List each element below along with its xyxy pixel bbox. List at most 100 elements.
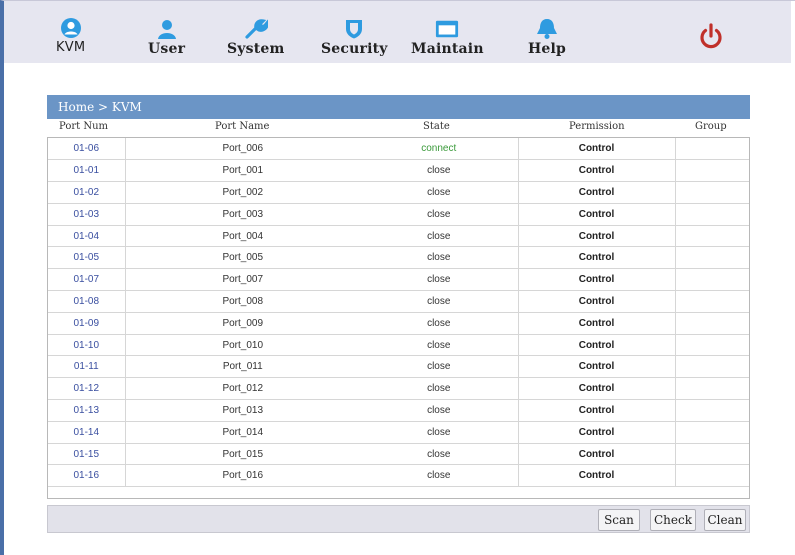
clean-button[interactable]: Clean: [704, 509, 746, 531]
group-cell: [675, 377, 749, 401]
state-cell: close: [360, 203, 519, 226]
port-num-cell[interactable]: 01-01: [48, 159, 126, 183]
permission-cell: Control: [518, 334, 676, 357]
nav-security[interactable]: Security: [321, 19, 388, 57]
port-name-cell: Port_011: [125, 355, 360, 379]
port-num-cell[interactable]: 01-11: [48, 355, 126, 379]
port-num-cell[interactable]: 01-06: [48, 138, 126, 161]
state-cell: close: [360, 443, 519, 466]
column-header-group: Group: [695, 121, 727, 132]
state-cell: close: [360, 181, 519, 204]
port-num-cell[interactable]: 01-12: [48, 377, 126, 401]
port-num-cell[interactable]: 01-05: [48, 246, 126, 270]
port-num-cell[interactable]: 01-16: [48, 464, 126, 488]
nav-maintain[interactable]: Maintain: [411, 19, 484, 57]
group-cell: [675, 203, 749, 226]
group-cell: [675, 312, 749, 335]
table-row[interactable]: 01-10 Port_010 close Control: [48, 334, 749, 357]
permission-cell: Control: [518, 464, 676, 488]
nav-system[interactable]: System: [227, 19, 285, 57]
port-num-cell[interactable]: 01-10: [48, 334, 126, 357]
table-row[interactable]: 01-01 Port_001 close Control: [48, 159, 749, 183]
state-cell: close: [360, 290, 519, 313]
port-name-cell: Port_005: [125, 246, 360, 270]
action-bar: Scan Check Clean: [47, 505, 750, 533]
permission-cell: Control: [518, 421, 676, 444]
table-row[interactable]: 01-07 Port_007 close Control: [48, 268, 749, 292]
nav-user[interactable]: User: [148, 19, 185, 57]
group-cell: [675, 421, 749, 444]
port-num-cell[interactable]: 01-02: [48, 181, 126, 204]
state-cell: close: [360, 268, 519, 292]
port-num-cell[interactable]: 01-14: [48, 421, 126, 444]
permission-cell: Control: [518, 290, 676, 313]
group-cell: [675, 399, 749, 422]
user-circle-icon: [59, 18, 83, 38]
scan-button[interactable]: Scan: [598, 509, 640, 531]
group-cell: [675, 334, 749, 357]
table-row[interactable]: 01-16 Port_016 close Control: [48, 464, 749, 488]
table-row[interactable]: 01-05 Port_005 close Control: [48, 246, 749, 270]
group-cell: [675, 464, 749, 488]
port-name-cell: Port_013: [125, 399, 360, 422]
group-cell: [675, 355, 749, 379]
group-cell: [675, 443, 749, 466]
power-button[interactable]: [698, 23, 724, 51]
column-header-port-name: Port Name: [215, 121, 270, 132]
state-cell: close: [360, 355, 519, 379]
permission-cell: Control: [518, 203, 676, 226]
group-cell: [675, 159, 749, 183]
port-name-cell: Port_016: [125, 464, 360, 488]
table-row[interactable]: 01-14 Port_014 close Control: [48, 421, 749, 444]
port-name-cell: Port_002: [125, 181, 360, 204]
group-cell: [675, 181, 749, 204]
nav-kvm[interactable]: KVM: [56, 18, 85, 55]
permission-cell: Control: [518, 225, 676, 248]
port-num-cell[interactable]: 01-03: [48, 203, 126, 226]
table-row[interactable]: 01-08 Port_008 close Control: [48, 290, 749, 313]
port-name-cell: Port_006: [125, 138, 360, 161]
nav-help[interactable]: Help: [528, 19, 566, 57]
nav-kvm-label: KVM: [56, 40, 86, 55]
nav-security-label: Security: [321, 41, 388, 57]
monitor-icon: [435, 19, 459, 39]
state-cell: close: [360, 399, 519, 422]
permission-cell: Control: [518, 355, 676, 379]
kvm-panel: Home > KVM Port Num Port Name State Perm…: [47, 95, 750, 499]
table-row[interactable]: 01-11 Port_011 close Control: [48, 355, 749, 379]
table-row[interactable]: 01-02 Port_002 close Control: [48, 181, 749, 204]
permission-cell: Control: [518, 268, 676, 292]
group-cell: [675, 290, 749, 313]
port-num-cell[interactable]: 01-15: [48, 443, 126, 466]
table-header: Port Num Port Name State Permission Grou…: [47, 119, 750, 137]
group-cell: [675, 268, 749, 292]
table-row[interactable]: 01-12 Port_012 close Control: [48, 377, 749, 401]
permission-cell: Control: [518, 181, 676, 204]
breadcrumb: Home > KVM: [47, 95, 750, 119]
table-row[interactable]: 01-15 Port_015 close Control: [48, 443, 749, 466]
port-num-cell[interactable]: 01-08: [48, 290, 126, 313]
port-table: 01-06 Port_006 connect Control 01-01 Port_001…: [47, 137, 750, 499]
table-row[interactable]: 01-13 Port_013 close Control: [48, 399, 749, 422]
table-row[interactable]: 01-09 Port_009 close Control: [48, 312, 749, 335]
table-row[interactable]: 01-04 Port_004 close Control: [48, 225, 749, 248]
check-button[interactable]: Check: [650, 509, 696, 531]
port-num-cell[interactable]: 01-09: [48, 312, 126, 335]
table-row[interactable]: 01-06 Port_006 connect Control: [48, 138, 749, 161]
column-header-permission: Permission: [569, 121, 625, 132]
power-icon: [698, 23, 724, 55]
wrench-icon: [244, 19, 268, 39]
state-cell: close: [360, 312, 519, 335]
nav-system-label: System: [227, 41, 285, 57]
port-name-cell: Port_014: [125, 421, 360, 444]
port-num-cell[interactable]: 01-07: [48, 268, 126, 292]
port-num-cell[interactable]: 01-04: [48, 225, 126, 248]
permission-cell: Control: [518, 312, 676, 335]
permission-cell: Control: [518, 138, 676, 161]
user-icon: [155, 19, 179, 39]
port-name-cell: Port_003: [125, 203, 360, 226]
port-num-cell[interactable]: 01-13: [48, 399, 126, 422]
table-row[interactable]: 01-03 Port_003 close Control: [48, 203, 749, 226]
nav-user-label: User: [148, 41, 186, 57]
port-name-cell: Port_007: [125, 268, 360, 292]
